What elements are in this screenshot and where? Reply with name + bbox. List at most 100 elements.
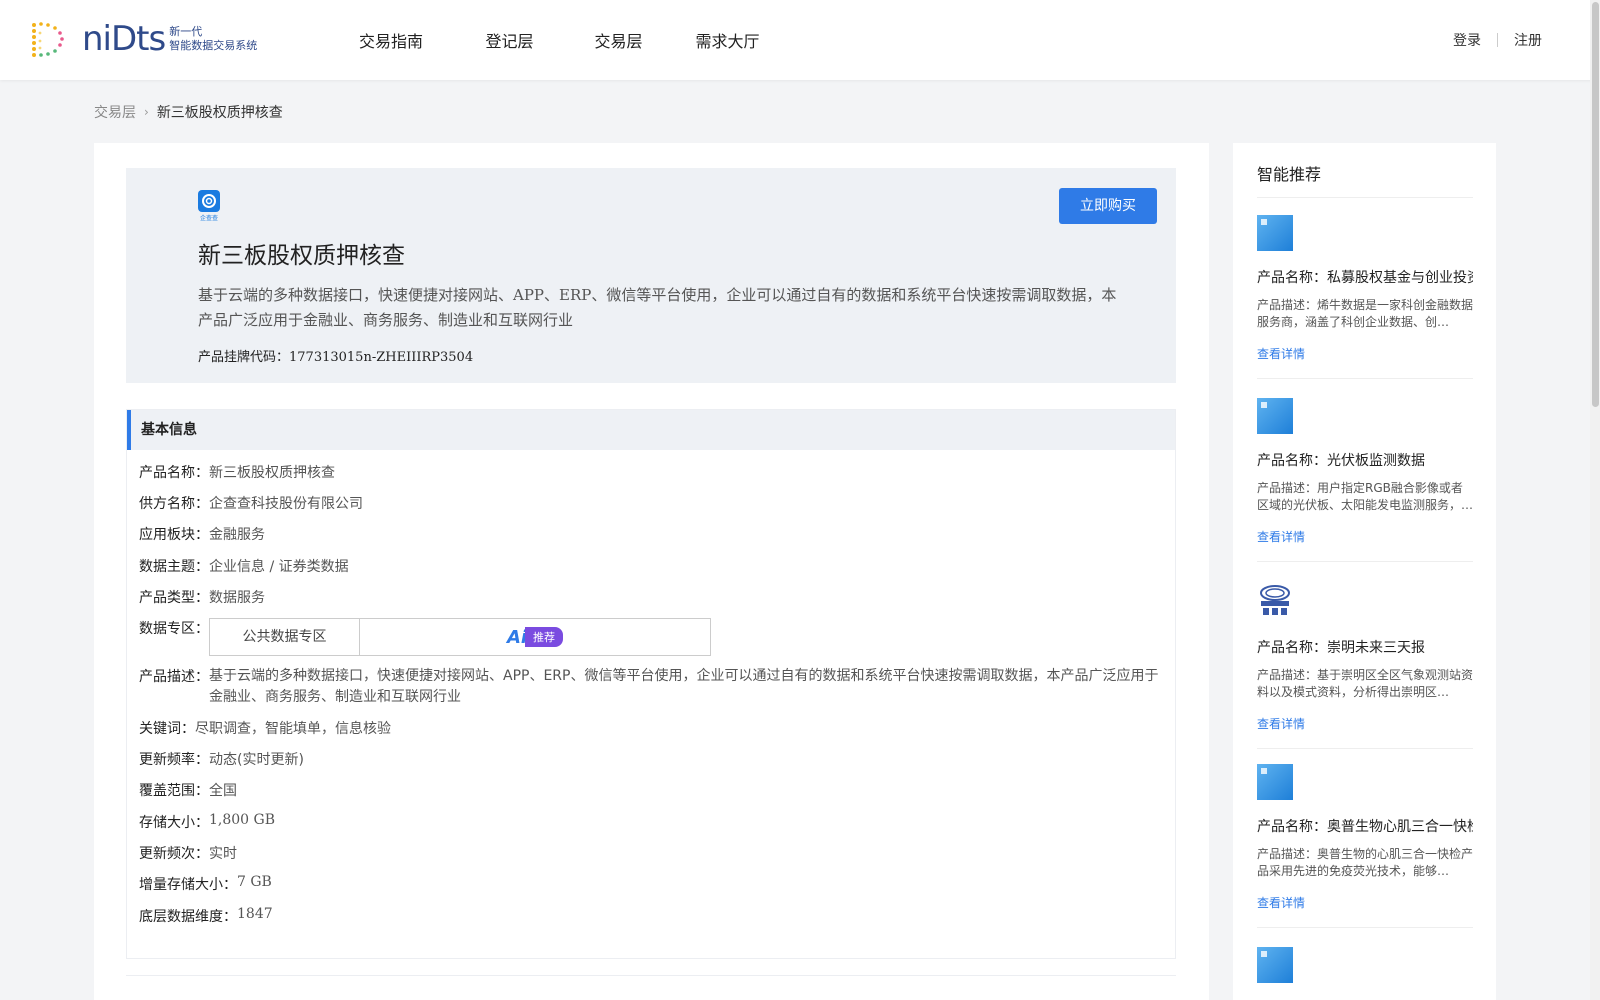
recommend-desc: 产品描述：奥普生物的心肌三合一快检产品采用先进的免疫荧光技术，能够… bbox=[1257, 847, 1473, 878]
info-label: 底层数据维度： bbox=[139, 909, 237, 925]
ai-recommend-badge: Ai 推荐 bbox=[506, 626, 564, 648]
top-header: niDts 新一代 智能数据交易系统 交易指南 登记层 交易层 需求大厅 登录 … bbox=[0, 0, 1600, 80]
scrollbar-thumb[interactable] bbox=[1592, 2, 1599, 407]
recommend-divider bbox=[1257, 561, 1473, 562]
product-code-label: 产品挂牌代码： bbox=[198, 350, 290, 365]
info-value: 全国 bbox=[209, 783, 237, 799]
info-row: 供方名称： 企查查科技股份有限公司 bbox=[139, 493, 363, 513]
sidebar-divider bbox=[1257, 197, 1473, 198]
product-code: 产品挂牌代码：177313015n-ZHEIIIRP3504 bbox=[198, 346, 473, 365]
info-label: 应用板块： bbox=[139, 527, 209, 543]
info-value: 金融服务 bbox=[209, 527, 265, 543]
info-value: 实时 bbox=[209, 846, 237, 862]
product-code-value: 177313015n-ZHEIIIRP3504 bbox=[289, 350, 474, 365]
recommend-item[interactable]: 产品名称：奥普生物心肌三合一快检 产品描述：奥普生物的心肌三合一快检产品采用先进… bbox=[1257, 764, 1473, 928]
info-value: 企业信息 / 证券类数据 bbox=[209, 559, 349, 575]
recommend-name: 产品名称：私募股权基金与创业投资 bbox=[1257, 270, 1473, 286]
info-row: 数据主题： 企业信息 / 证券类数据 bbox=[139, 556, 349, 576]
breadcrumb-current: 新三板股权质押核查 bbox=[156, 105, 283, 121]
logo-wordmark: niDts bbox=[82, 19, 166, 59]
info-row: 产品类型： 数据服务 bbox=[139, 587, 265, 607]
info-value: 1,800 GB bbox=[209, 812, 276, 828]
data-zone-name[interactable]: 公共数据专区 bbox=[210, 619, 360, 655]
recommend-item[interactable]: 产品名称：崇明未来三天报 产品描述：基于崇明区全区气象观测站资料以及模式资料，分… bbox=[1257, 581, 1473, 749]
info-row: 存储大小： 1,800 GB bbox=[139, 812, 275, 832]
info-label: 供方名称： bbox=[139, 496, 209, 512]
chevron-right-icon: › bbox=[144, 105, 149, 119]
breadcrumb-parent[interactable]: 交易层 bbox=[94, 102, 136, 122]
info-value: 1847 bbox=[237, 906, 273, 922]
info-row: 底层数据维度： 1847 bbox=[139, 906, 273, 926]
info-label: 更新频次： bbox=[139, 846, 209, 862]
site-logo[interactable]: niDts 新一代 智能数据交易系统 bbox=[28, 19, 257, 59]
info-row: 关键词： 尽职调查，智能填单，信息核验 bbox=[139, 718, 391, 738]
info-label: 覆盖范围： bbox=[139, 783, 209, 799]
ai-logo-icon: Ai bbox=[506, 626, 528, 648]
recommend-item[interactable]: 产品名称：私募股权基金与创业投资 产品描述：烯牛数据是一家科创金融数据服务商，涵… bbox=[1257, 215, 1473, 379]
info-value: 数据服务 bbox=[209, 590, 265, 606]
product-thumbnail bbox=[1257, 215, 1293, 251]
info-row: 数据专区： 公共数据专区 Ai 推荐 bbox=[139, 618, 711, 656]
info-label: 增量存储大小： bbox=[139, 877, 237, 893]
nav-registration-layer[interactable]: 登记层 bbox=[455, 28, 564, 52]
logo-mark-icon bbox=[32, 22, 64, 57]
page-scrollbar[interactable] bbox=[1590, 0, 1600, 1000]
login-link[interactable]: 登录 bbox=[1453, 30, 1481, 50]
info-row: 更新频次： 实时 bbox=[139, 843, 237, 863]
recommend-desc: 产品描述：烯牛数据是一家科创金融数据服务商，涵盖了科创企业数据、创… bbox=[1257, 298, 1473, 329]
view-details-link[interactable]: 查看详情 bbox=[1257, 715, 1473, 732]
info-value: 7 GB bbox=[237, 874, 272, 890]
recommend-item[interactable] bbox=[1257, 947, 1473, 983]
info-row: 增量存储大小： 7 GB bbox=[139, 874, 272, 894]
buy-now-button[interactable]: 立即购买 bbox=[1059, 188, 1157, 224]
info-row: 覆盖范围： 全国 bbox=[139, 780, 237, 800]
basic-info-heading: 基本信息 bbox=[127, 410, 1175, 450]
data-zone-table: 公共数据专区 Ai 推荐 bbox=[209, 618, 711, 656]
weather-logo-icon bbox=[1257, 581, 1293, 617]
view-details-link[interactable]: 查看详情 bbox=[1257, 894, 1473, 911]
ai-recommend-tag: 推荐 bbox=[525, 627, 564, 647]
info-label: 产品描述： bbox=[139, 669, 209, 685]
register-link[interactable]: 注册 bbox=[1514, 30, 1542, 50]
nav-trading-layer[interactable]: 交易层 bbox=[564, 28, 673, 52]
info-label: 产品名称： bbox=[139, 465, 209, 481]
info-row: 应用板块： 金融服务 bbox=[139, 524, 265, 544]
product-title: 新三板股权质押核查 bbox=[198, 243, 405, 269]
breadcrumb: 交易层 › 新三板股权质押核查 bbox=[94, 102, 283, 122]
product-thumbnail bbox=[1257, 398, 1293, 434]
info-row: 更新频率： 动态(实时更新) bbox=[139, 749, 304, 769]
recommend-divider bbox=[1257, 927, 1473, 928]
info-row: 产品名称： 新三板股权质押核查 bbox=[139, 462, 335, 482]
next-section bbox=[126, 975, 1176, 1000]
main-nav: 交易指南 登记层 交易层 需求大厅 bbox=[345, 0, 782, 80]
product-detail-card: 企查查 新三板股权质押核查 基于云端的多种数据接口，快速便捷对接网站、APP、E… bbox=[94, 143, 1209, 1000]
provider-logo-text: 企查查 bbox=[200, 214, 218, 222]
nav-demand-hall[interactable]: 需求大厅 bbox=[673, 28, 782, 52]
product-hero: 企查查 新三板股权质押核查 基于云端的多种数据接口，快速便捷对接网站、APP、E… bbox=[126, 168, 1176, 383]
info-label: 关键词： bbox=[139, 721, 195, 737]
recommend-divider bbox=[1257, 748, 1473, 749]
info-value: 企查查科技股份有限公司 bbox=[209, 496, 363, 512]
info-row: 产品描述： 基于云端的多种数据接口，快速便捷对接网站、APP、ERP、微信等平台使… bbox=[139, 666, 1159, 708]
product-thumbnail bbox=[1257, 947, 1293, 983]
view-details-link[interactable]: 查看详情 bbox=[1257, 345, 1473, 362]
product-thumbnail bbox=[1257, 764, 1293, 800]
recommend-desc: 产品描述：用户指定RGB融合影像或者区域的光伏板、太阳能发电监测服务，… bbox=[1257, 481, 1473, 512]
recommend-divider bbox=[1257, 378, 1473, 379]
recommend-item[interactable]: 产品名称：光伏板监测数据 产品描述：用户指定RGB融合影像或者区域的光伏板、太阳… bbox=[1257, 398, 1473, 562]
logo-subtitle: 新一代 智能数据交易系统 bbox=[169, 25, 257, 53]
recommend-name: 产品名称：崇明未来三天报 bbox=[1257, 640, 1425, 656]
logo-sub-line2: 智能数据交易系统 bbox=[169, 39, 258, 52]
provider-logo-icon: 企查查 bbox=[198, 190, 220, 222]
info-value: 基于云端的多种数据接口，快速便捷对接网站、APP、ERP、微信等平台使用，企业可… bbox=[209, 668, 1159, 705]
info-value: 尽职调查，智能填单，信息核验 bbox=[195, 721, 391, 737]
recommend-name: 产品名称：光伏板监测数据 bbox=[1257, 453, 1425, 469]
recommend-desc: 产品描述：基于崇明区全区气象观测站资料以及模式资料，分析得出崇明区… bbox=[1257, 668, 1473, 699]
info-label: 数据专区： bbox=[139, 621, 209, 637]
view-details-link[interactable]: 查看详情 bbox=[1257, 528, 1473, 545]
auth-divider bbox=[1497, 33, 1498, 47]
product-summary: 基于云端的多种数据接口，快速便捷对接网站、APP、ERP、微信等平台使用，企业可… bbox=[198, 286, 1117, 329]
recommendation-sidebar: 智能推荐 产品名称：私募股权基金与创业投资 产品描述：烯牛数据是一家科创金融数据… bbox=[1233, 143, 1496, 1000]
nav-trading-guide[interactable]: 交易指南 bbox=[345, 28, 455, 52]
auth-links: 登录 注册 bbox=[1453, 30, 1542, 50]
